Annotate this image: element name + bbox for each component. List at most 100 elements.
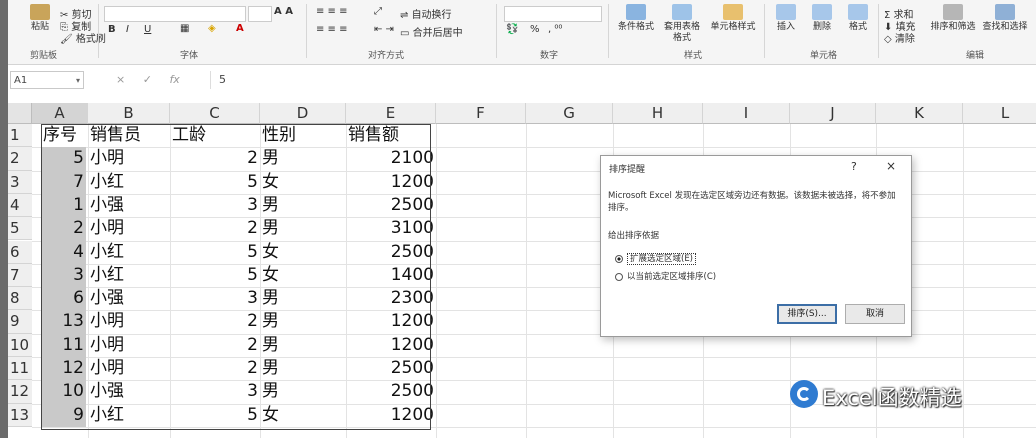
- table-cell-sales[interactable]: 2500: [346, 380, 436, 403]
- row-header-7[interactable]: 7: [8, 263, 32, 288]
- row-header-12[interactable]: 12: [8, 380, 32, 404]
- option-expand-selection[interactable]: 扩展选定区域(E): [615, 252, 697, 265]
- table-cell-seq[interactable]: 12: [41, 357, 86, 380]
- format-as-table-button[interactable]: 套用表格格式: [660, 4, 704, 44]
- align-top-icon[interactable]: ≡ ≡ ≡: [316, 6, 348, 17]
- row-header-11[interactable]: 11: [8, 357, 32, 381]
- row-header-4[interactable]: 4: [8, 193, 32, 218]
- column-header-k[interactable]: K: [876, 103, 963, 124]
- table-cell-tenure[interactable]: 5: [170, 264, 260, 287]
- table-cell-gender[interactable]: 男: [260, 217, 346, 240]
- table-cell-tenure[interactable]: 2: [170, 357, 260, 380]
- align-left-icon[interactable]: ≡ ≡ ≡: [316, 24, 348, 35]
- table-cell-sales[interactable]: 1200: [346, 404, 436, 427]
- help-button[interactable]: ?: [851, 160, 857, 173]
- table-cell-sales[interactable]: 2100: [346, 147, 436, 170]
- table-cell-gender[interactable]: 男: [260, 334, 346, 357]
- font-color-icon[interactable]: A: [236, 23, 244, 34]
- row-header-3[interactable]: 3: [8, 170, 32, 194]
- table-cell-sales[interactable]: 3100: [346, 217, 436, 240]
- table-cell-gender[interactable]: 女: [260, 171, 346, 194]
- table-cell-seq[interactable]: 4: [41, 241, 86, 264]
- column-header-j[interactable]: J: [790, 103, 876, 124]
- table-cell-gender[interactable]: 男: [260, 287, 346, 310]
- table-cell-gender[interactable]: 男: [260, 357, 346, 380]
- table-cell-tenure[interactable]: 3: [170, 194, 260, 217]
- grow-font-icon[interactable]: A A: [274, 6, 293, 17]
- row-header-2[interactable]: 2: [8, 147, 32, 171]
- table-cell-salesperson[interactable]: 小明: [88, 217, 170, 240]
- font-name-select[interactable]: [104, 6, 246, 22]
- wrap-text-button[interactable]: ⇌ 自动换行: [400, 6, 452, 21]
- table-cell-gender[interactable]: 男: [260, 310, 346, 333]
- delete-cells-button[interactable]: 删除: [804, 4, 840, 33]
- table-cell-sales[interactable]: 2500: [346, 241, 436, 264]
- header-cell-gender[interactable]: 性别: [260, 124, 346, 147]
- font-size-select[interactable]: [248, 6, 272, 22]
- column-header-b[interactable]: B: [88, 103, 170, 124]
- merge-center-button[interactable]: ▭ 合并后居中: [400, 24, 463, 39]
- row-header-6[interactable]: 6: [8, 240, 32, 264]
- table-cell-tenure[interactable]: 3: [170, 287, 260, 310]
- option-current-selection[interactable]: 以当前选定区域排序(C): [615, 270, 716, 282]
- row-header-13[interactable]: 13: [8, 403, 32, 427]
- row-header-8[interactable]: 8: [8, 287, 32, 311]
- table-cell-gender[interactable]: 女: [260, 264, 346, 287]
- row-header-9[interactable]: 9: [8, 310, 32, 334]
- find-select-button[interactable]: 查找和选择: [980, 4, 1030, 33]
- column-header-g[interactable]: G: [526, 103, 613, 124]
- header-cell-seq[interactable]: 序号: [41, 124, 86, 147]
- cell-styles-button[interactable]: 单元格样式: [708, 4, 758, 33]
- table-cell-gender[interactable]: 男: [260, 194, 346, 217]
- radio-unselected-icon[interactable]: [615, 272, 623, 281]
- column-header-f[interactable]: F: [436, 103, 526, 124]
- name-box[interactable]: A1 ▾: [10, 71, 84, 89]
- column-header-e[interactable]: E: [346, 103, 436, 124]
- format-cells-button[interactable]: 格式: [840, 4, 876, 33]
- radio-selected-icon[interactable]: [615, 254, 623, 263]
- indent-icon[interactable]: ⇤ ⇥: [374, 24, 394, 35]
- table-cell-seq[interactable]: 5: [41, 147, 86, 170]
- table-cell-salesperson[interactable]: 小明: [88, 147, 170, 170]
- table-cell-sales[interactable]: 1200: [346, 334, 436, 357]
- table-cell-salesperson[interactable]: 小红: [88, 241, 170, 264]
- table-cell-sales[interactable]: 2500: [346, 357, 436, 380]
- number-format-select[interactable]: [504, 6, 602, 22]
- close-icon[interactable]: ×: [886, 159, 896, 173]
- column-header-a[interactable]: A: [32, 103, 88, 124]
- column-header-l[interactable]: L: [963, 103, 1036, 124]
- header-cell-sales[interactable]: 销售额: [346, 124, 436, 147]
- column-header-i[interactable]: I: [703, 103, 790, 124]
- paste-button[interactable]: 粘贴: [18, 4, 62, 33]
- table-cell-tenure[interactable]: 2: [170, 310, 260, 333]
- table-cell-gender[interactable]: 男: [260, 147, 346, 170]
- enter-icon[interactable]: ✓: [143, 73, 152, 86]
- table-cell-seq[interactable]: 6: [41, 287, 86, 310]
- column-header-h[interactable]: H: [613, 103, 703, 124]
- sort-button[interactable]: 排序(S)...: [777, 304, 837, 324]
- table-cell-sales[interactable]: 2500: [346, 194, 436, 217]
- italic-button[interactable]: I: [126, 24, 129, 35]
- cancel-button[interactable]: 取消: [845, 304, 905, 324]
- table-cell-gender[interactable]: 女: [260, 241, 346, 264]
- table-cell-salesperson[interactable]: 小红: [88, 404, 170, 427]
- header-cell-salesperson[interactable]: 销售员: [88, 124, 170, 147]
- table-cell-seq[interactable]: 2: [41, 217, 86, 240]
- table-cell-salesperson[interactable]: 小强: [88, 194, 170, 217]
- table-cell-seq[interactable]: 1: [41, 194, 86, 217]
- fx-icon[interactable]: fx: [169, 73, 179, 86]
- table-cell-salesperson[interactable]: 小红: [88, 171, 170, 194]
- table-cell-tenure[interactable]: 5: [170, 404, 260, 427]
- row-header-10[interactable]: 10: [8, 333, 32, 357]
- table-cell-seq[interactable]: 3: [41, 264, 86, 287]
- currency-icon[interactable]: 💱: [506, 24, 518, 35]
- decimal-icon[interactable]: , ⁰⁰: [548, 24, 562, 35]
- table-cell-tenure[interactable]: 3: [170, 380, 260, 403]
- bold-button[interactable]: B: [108, 24, 116, 35]
- table-cell-tenure[interactable]: 5: [170, 241, 260, 264]
- column-header-c[interactable]: C: [170, 103, 260, 124]
- table-cell-salesperson[interactable]: 小强: [88, 287, 170, 310]
- column-header-d[interactable]: D: [260, 103, 346, 124]
- percent-button[interactable]: %: [530, 24, 540, 35]
- table-cell-seq[interactable]: 11: [41, 334, 86, 357]
